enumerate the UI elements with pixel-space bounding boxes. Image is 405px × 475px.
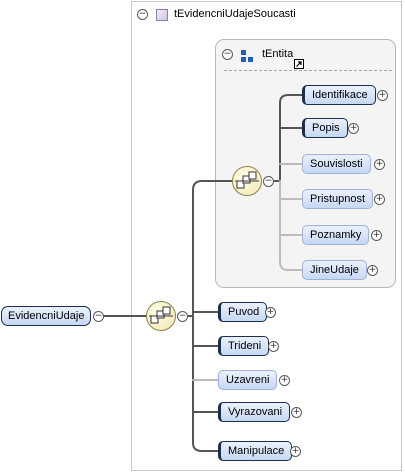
root-element-evidencniudaje[interactable]: EvidencniUdaje [1,306,92,326]
collapse-entity-sequence-icon[interactable]: − [263,176,274,187]
element-trideni[interactable]: Trideni [218,336,270,356]
expand-trideni-icon[interactable]: + [268,341,279,352]
sequence-compositor-icon[interactable] [146,301,176,331]
expand-puvod-icon[interactable]: + [265,307,276,318]
expand-pristupnost-icon[interactable]: + [374,194,385,205]
expand-identifikace-icon[interactable]: + [377,90,388,101]
collapse-sequence-icon[interactable]: − [177,311,188,322]
element-poznamky[interactable]: Poznamky [302,225,370,245]
expand-jineudaje-icon[interactable]: + [367,265,378,276]
expand-manipulace-icon[interactable]: + [290,446,301,457]
element-popis[interactable]: Popis [302,118,348,138]
element-vyrazovani[interactable]: Vyrazovani [218,402,291,422]
element-pristupnost[interactable]: Pristupnost [302,189,374,209]
expand-popis-icon[interactable]: + [348,123,359,134]
element-uzavreni[interactable]: Uzavreni [218,370,278,390]
element-jineudaje[interactable]: JineUdaje [302,260,367,280]
expand-poznamky-icon[interactable]: + [371,230,382,241]
expand-vyrazovani-icon[interactable]: + [291,407,302,418]
element-souvislosti[interactable]: Souvislosti [302,154,371,174]
element-identifikace[interactable]: Identifikace [302,85,376,105]
element-manipulace[interactable]: Manipulace [218,441,293,461]
element-puvod[interactable]: Puvod [218,302,268,322]
entity-sequence-compositor-icon[interactable] [232,166,262,196]
expand-uzavreni-icon[interactable]: + [279,375,290,386]
collapse-root-icon[interactable]: − [93,311,104,322]
expand-souvislosti-icon[interactable]: + [374,159,385,170]
